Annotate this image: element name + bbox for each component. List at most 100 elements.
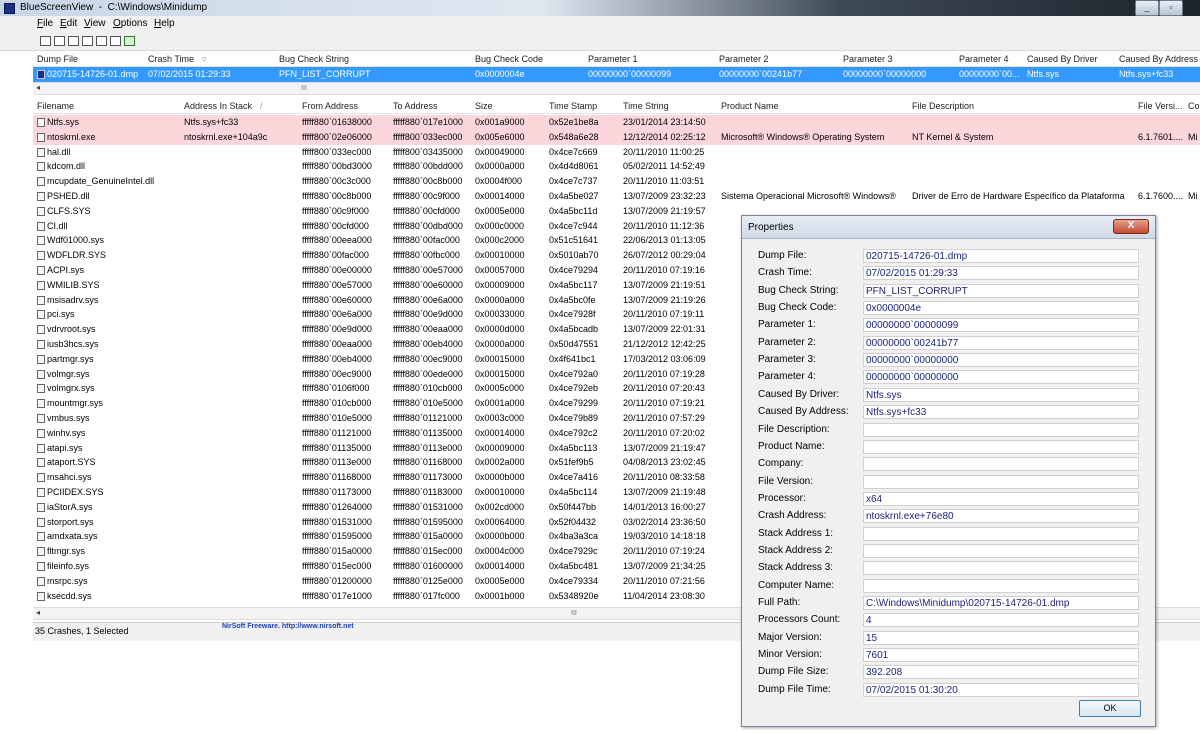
file-icon [37, 473, 45, 483]
column-header-parameter-1[interactable]: Parameter 1 [588, 52, 638, 66]
scroll-grip-icon[interactable]: III [301, 85, 307, 92]
cell-size: 0x0002a000 [475, 457, 525, 468]
cell-from-address: fffff880`01264000 [302, 501, 372, 512]
field-dump-file-time[interactable]: 07/02/2015 01:30:20 [863, 682, 1139, 697]
field-product-name[interactable] [863, 439, 1139, 454]
scroll-left-icon[interactable]: ◂ [36, 608, 40, 617]
nirsoft-link[interactable]: NirSoft Freeware. http://www.nirsoft.net [222, 623, 354, 630]
field-bug-check-code[interactable]: 0x0000004e [863, 301, 1139, 316]
title-bar[interactable]: BlueScreenView - C:\Windows\Minidump _ ▫ [0, 0, 1200, 16]
column-header-company[interactable]: Co [1188, 99, 1200, 113]
cell-time-stamp: 0x4ce79334 [549, 575, 599, 586]
field-major-version[interactable]: 15 [863, 630, 1139, 645]
field-crash-address[interactable]: ntoskrnl.exe+76e80 [863, 509, 1139, 524]
crash-list-hscroll[interactable]: ◂ III [33, 82, 1200, 95]
cell-time-string: 13/07/2009 21:19:26 [623, 294, 706, 305]
field-stack-address-1[interactable] [863, 526, 1139, 541]
column-header-bug-check-code[interactable]: Bug Check Code [475, 52, 543, 66]
exit-icon[interactable] [124, 36, 135, 46]
dialog-close-button[interactable]: X [1113, 219, 1149, 234]
restore-button[interactable]: ▫ [1159, 0, 1183, 16]
field-stack-address-2[interactable] [863, 543, 1139, 558]
column-header-parameter-2[interactable]: Parameter 2 [719, 52, 769, 66]
column-header-time-string[interactable]: Time String [623, 99, 669, 113]
cell-time-stamp: 0x4ba3a3ca [549, 531, 599, 542]
copy-icon[interactable] [82, 36, 93, 46]
find-icon[interactable] [110, 36, 121, 46]
column-header-dump-file[interactable]: Dump File [37, 52, 78, 66]
column-header-crash-time[interactable]: Crash Time [148, 52, 194, 66]
menu-help[interactable]: Help [154, 18, 175, 29]
label-crash-address: Crash Address: [758, 510, 827, 522]
cell-time-string: 21/12/2012 12:42:25 [623, 339, 706, 349]
column-header-parameter-3[interactable]: Parameter 3 [843, 52, 893, 66]
driver-row[interactable]: hal.dll fffff800`033ec000 fffff800`0343500… [33, 145, 1200, 160]
field-processor[interactable]: x64 [863, 491, 1139, 506]
menu-file[interactable]: File [37, 18, 53, 29]
field-file-version[interactable] [863, 474, 1139, 489]
cell-from-address: fffff880`00e57000 [302, 279, 372, 290]
column-header-to-address[interactable]: To Address [393, 99, 438, 113]
field-company[interactable] [863, 457, 1139, 472]
column-header-bug-check-string[interactable]: Bug Check String [279, 52, 349, 66]
cell-time-string: 13/07/2009 21:34:25 [623, 561, 706, 571]
column-header-file-version[interactable]: File Versi... [1138, 99, 1183, 113]
column-header-size[interactable]: Size [475, 99, 493, 113]
column-header-address-in-stack[interactable]: Address In Stack [184, 99, 252, 113]
menu-label-rest: ptions [120, 18, 148, 29]
column-header-file-description[interactable]: File Description [912, 99, 974, 113]
field-computer-name[interactable] [863, 578, 1139, 593]
field-processors-count[interactable]: 4 [863, 613, 1139, 628]
cell-size: 0x00009000 [475, 442, 525, 453]
driver-row[interactable]: mcupdate_GenuineIntel.dll fffff880`00c3c0… [33, 174, 1200, 189]
field-caused-by-address[interactable]: Ntfs.sys+fc33 [863, 405, 1139, 420]
field-full-path[interactable]: C:\Windows\Minidump\020715-14726-01.dmp [863, 596, 1139, 610]
column-header-caused-by-driver[interactable]: Caused By Driver [1027, 52, 1098, 66]
field-crash-time[interactable]: 07/02/2015 01:29:33 [863, 266, 1139, 281]
column-header-from-address[interactable]: From Address [302, 99, 358, 113]
cell-from-address: fffff880`00c8b000 [302, 191, 372, 201]
column-header-filename[interactable]: Filename [37, 99, 74, 113]
cell-time-string: 20/11/2010 07:19:24 [623, 546, 705, 557]
scroll-left-icon[interactable]: ◂ [36, 83, 40, 92]
field-parameter-1[interactable]: 00000000`00000099 [863, 318, 1139, 333]
column-header-product-name[interactable]: Product Name [721, 99, 779, 113]
properties-icon[interactable] [96, 36, 107, 46]
field-dump-file-size[interactable]: 392.208 [863, 665, 1139, 680]
save-all-icon[interactable] [54, 36, 65, 46]
menu-options[interactable]: Options [113, 18, 147, 29]
crash-row[interactable]: 020715-14726-01.dmp 07/02/2015 01:29:33 PF… [33, 67, 1200, 82]
driver-row[interactable]: ntoskrnl.exe ntoskrnl.exe+104a9c fffff800`… [33, 129, 1200, 145]
field-caused-by-driver[interactable]: Ntfs.sys [863, 387, 1139, 402]
column-header-caused-by-address[interactable]: Caused By Address [1119, 52, 1198, 66]
field-bug-check-string[interactable]: PFN_LIST_CORRUPT [863, 283, 1139, 298]
field-parameter-3[interactable]: 00000000`00000000 [863, 353, 1139, 368]
ok-button[interactable]: OK [1079, 700, 1141, 717]
column-header-parameter-4[interactable]: Parameter 4 [959, 52, 1009, 66]
field-dump-file[interactable]: 020715-14726-01.dmp [863, 249, 1139, 263]
label-computer-name: Computer Name: [758, 579, 835, 591]
html-report-icon[interactable] [68, 36, 79, 46]
driver-row[interactable]: Ntfs.sys Ntfs.sys+fc33 fffff880`01638000 ff… [33, 115, 1200, 130]
field-file-description[interactable] [863, 422, 1139, 437]
dialog-title: Properties [748, 222, 794, 233]
cell-parameter-3: 00000000`00000000 [843, 69, 927, 79]
field-parameter-2[interactable]: 00000000`00241b77 [863, 335, 1139, 350]
menu-view[interactable]: View [84, 18, 106, 29]
scroll-grip-icon[interactable]: III [571, 610, 577, 617]
driver-row[interactable]: kdcom.dll fffff880`00bd3000 fffff880`00bdd… [33, 159, 1200, 174]
column-header-time-stamp[interactable]: Time Stamp [549, 99, 597, 113]
field-stack-address-3[interactable] [863, 561, 1139, 576]
cell-filename: pci.sys [47, 309, 75, 320]
cell-time-string: 13/07/2009 21:19:47 [623, 442, 706, 453]
save-icon[interactable] [40, 36, 51, 46]
cell-time-stamp: 0x52e1be8a [549, 117, 599, 127]
menu-edit[interactable]: Edit [60, 18, 77, 29]
field-parameter-4[interactable]: 00000000`00000000 [863, 370, 1139, 385]
cell-from-address: fffff880`00e00000 [302, 265, 372, 275]
field-minor-version[interactable]: 7601 [863, 648, 1139, 663]
minimize-button[interactable]: _ [1135, 0, 1159, 16]
cell-time-string: 05/02/2011 14:52:49 [623, 161, 705, 172]
driver-row[interactable]: PSHED.dll fffff880`00c8b000 fffff880`00c9f… [33, 189, 1200, 204]
dialog-title-bar[interactable]: Properties X [742, 216, 1155, 239]
